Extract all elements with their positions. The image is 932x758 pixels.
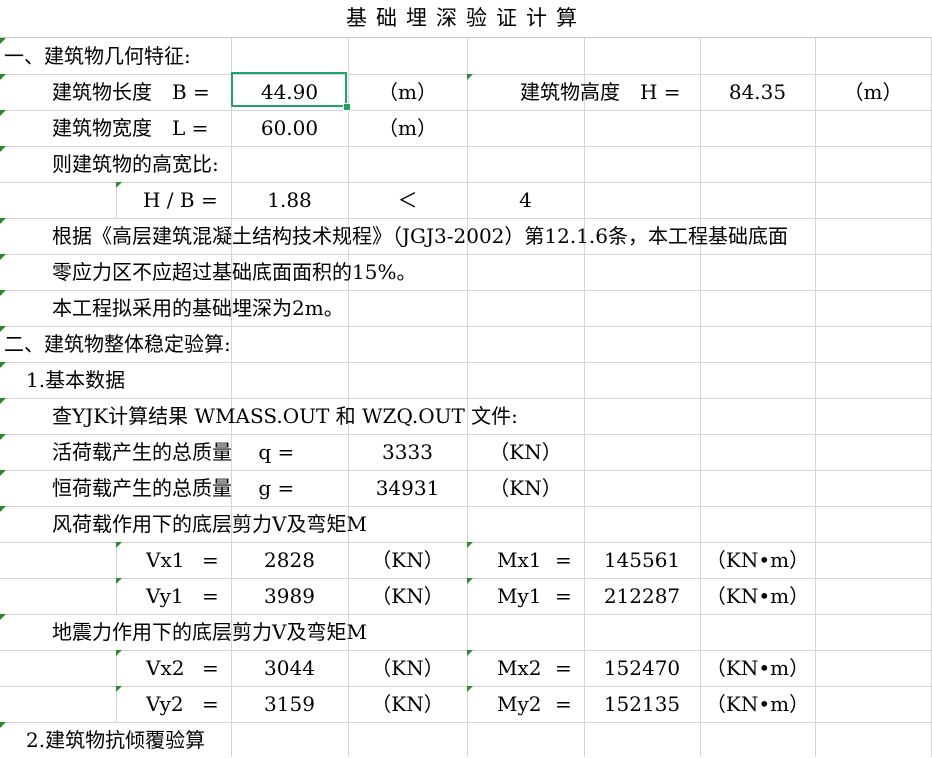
subsection-basic-data: 1.基本数据 xyxy=(26,368,126,392)
vx1-label: Vx1 xyxy=(146,548,185,572)
mx2-value-cell[interactable]: 152470 xyxy=(584,650,700,686)
my2-unit: （KN•m） xyxy=(705,692,810,716)
ratio-limit-cell[interactable]: 4 xyxy=(467,182,584,218)
mx2-label: Mx2 xyxy=(497,656,542,680)
cell-flag-icon xyxy=(467,74,473,80)
vy2-value-cell[interactable]: 3159 xyxy=(231,686,348,722)
cell-flag-icon xyxy=(467,650,473,656)
mx1-value-cell[interactable]: 145561 xyxy=(584,542,700,578)
seismic-heading: 地震力作用下的底层剪力V及弯矩M xyxy=(52,620,367,644)
note-line-1: 根据《高层建筑混凝土结构技术规程》（JGJ3-2002）第12.1.6条，本工程… xyxy=(52,224,789,248)
cell-flag-icon xyxy=(0,110,6,116)
vy2-label: Vy2 xyxy=(146,692,184,716)
vy1-unit: （KN） xyxy=(371,584,444,608)
row-divider xyxy=(0,362,932,363)
cell-flag-icon xyxy=(0,218,6,224)
cell-flag-icon xyxy=(0,614,6,620)
cell-flag-icon xyxy=(0,290,6,296)
spreadsheet: 基础埋深验证计算 一、建筑物几何特征: 建筑物长度 B = 44.90 （m） … xyxy=(0,0,932,757)
mx1-unit: （KN•m） xyxy=(705,548,810,572)
cell-flag-icon xyxy=(0,470,6,476)
section1-heading: 一、建筑物几何特征: xyxy=(4,44,191,68)
equals-sign: = xyxy=(555,656,572,680)
cell-flag-icon xyxy=(467,542,473,548)
length-unit: （m） xyxy=(378,80,437,104)
cell-flag-icon xyxy=(0,362,6,368)
cell-flag-icon xyxy=(0,74,6,80)
live-load-label: 活荷载产生的总质量 q = xyxy=(52,440,295,464)
length-label: 建筑物长度 B = xyxy=(52,80,210,104)
wind-heading: 风荷载作用下的底层剪力V及弯矩M xyxy=(52,512,367,536)
section2-heading: 二、建筑物整体稳定验算: xyxy=(4,332,231,356)
cell-flag-icon xyxy=(0,146,6,152)
title-row: 基础埋深验证计算 xyxy=(0,0,932,38)
vy1-value-cell[interactable]: 3989 xyxy=(231,578,348,614)
width-value-cell[interactable]: 60.00 xyxy=(231,110,348,146)
equals-sign: = xyxy=(555,692,572,716)
my1-unit: （KN•m） xyxy=(705,584,810,608)
my2-value-cell[interactable]: 152135 xyxy=(584,686,700,722)
height-label: 建筑物高度 H = xyxy=(520,80,681,104)
mx2-unit: （KN•m） xyxy=(705,656,810,680)
note-line-2: 零应力区不应超过基础底面面积的15%。 xyxy=(52,260,417,284)
height-value-cell[interactable]: 84.35 xyxy=(700,74,815,110)
vy2-unit: （KN） xyxy=(371,692,444,716)
mx1-label: Mx1 xyxy=(497,548,542,572)
vx2-value-cell[interactable]: 3044 xyxy=(231,650,348,686)
vx1-value-cell[interactable]: 2828 xyxy=(231,542,348,578)
equals-sign: = xyxy=(202,548,219,572)
note-line-3: 本工程拟采用的基础埋深为2m。 xyxy=(52,296,344,320)
vx1-unit: （KN） xyxy=(371,548,444,572)
live-load-value-cell[interactable]: 3333 xyxy=(348,434,467,470)
dead-load-value-cell[interactable]: 34931 xyxy=(348,470,467,506)
cell-flag-icon xyxy=(0,254,6,260)
sheet-title: 基础埋深验证计算 xyxy=(346,6,586,30)
cell-flag-icon xyxy=(116,542,122,548)
cell-flag-icon xyxy=(0,506,6,512)
my1-value-cell[interactable]: 212287 xyxy=(584,578,700,614)
equals-sign: = xyxy=(202,584,219,608)
ratio-label: H / B = xyxy=(143,188,218,212)
ratio-value-cell[interactable]: 1.88 xyxy=(231,182,348,218)
ratio-compare: ＜ xyxy=(397,188,418,212)
my1-label: My1 xyxy=(497,584,542,608)
dead-load-unit: （KN） xyxy=(489,476,562,500)
cell-flag-icon xyxy=(116,578,122,584)
cell-flag-icon xyxy=(0,398,6,404)
subsection-overturning: 2.建筑物抗倾覆验算 xyxy=(26,728,206,752)
cell-flag-icon xyxy=(0,722,6,728)
width-label: 建筑物宽度 L = xyxy=(52,116,209,140)
cell-flag-icon xyxy=(0,434,6,440)
active-cell-selection[interactable] xyxy=(231,72,347,107)
equals-sign: = xyxy=(555,584,572,608)
height-unit: （m） xyxy=(843,80,903,104)
cell-flag-icon xyxy=(116,686,122,692)
ratio-intro: 则建筑物的高宽比: xyxy=(52,152,219,176)
fill-handle[interactable] xyxy=(343,103,351,111)
live-load-unit: （KN） xyxy=(489,440,562,464)
vx2-unit: （KN） xyxy=(371,656,444,680)
lookup-note: 查YJK计算结果 WMASS.OUT 和 WZQ.OUT 文件: xyxy=(52,404,518,428)
vx2-label: Vx2 xyxy=(146,656,185,680)
cell-flag-icon xyxy=(116,650,122,656)
dead-load-label: 恒荷载产生的总质量 g = xyxy=(52,476,295,500)
cell-flag-icon xyxy=(116,182,122,188)
equals-sign: = xyxy=(555,548,572,572)
width-unit: （m） xyxy=(378,116,437,140)
vy1-label: Vy1 xyxy=(146,584,184,608)
cell-flag-icon xyxy=(467,578,473,584)
equals-sign: = xyxy=(202,656,219,680)
equals-sign: = xyxy=(202,692,219,716)
my2-label: My2 xyxy=(497,692,542,716)
cell-flag-icon xyxy=(467,686,473,692)
